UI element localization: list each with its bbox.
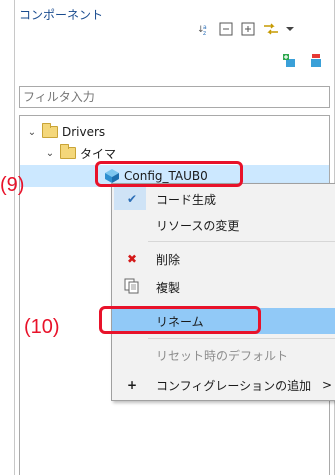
menu-item-reset-default: リセット時のデフォルト [112, 342, 335, 368]
svg-text:z: z [203, 30, 206, 36]
folder-icon [42, 123, 58, 138]
filter-input-wrapper [19, 86, 330, 108]
tree-item-label: Drivers [62, 125, 106, 139]
plus-icon: + [126, 378, 138, 392]
folder-icon [60, 144, 76, 159]
menu-item-label: コンフィグレーションの追加 [156, 378, 312, 393]
menu-separator [148, 241, 335, 242]
menu-separator [148, 338, 335, 339]
menu-item-delete[interactable]: ✖ 削除 [112, 246, 335, 272]
delete-icon: ✖ [126, 252, 138, 266]
collapse-all-icon[interactable] [219, 22, 233, 36]
sort-az-icon[interactable]: ↓ a z [197, 22, 211, 37]
menu-item-duplicate[interactable]: 複製 [112, 274, 335, 300]
menu-item-add-configuration[interactable]: + コンフィグレーションの追加 > [112, 372, 335, 398]
filter-input[interactable] [20, 87, 329, 107]
expand-all-icon[interactable] [241, 22, 255, 36]
chevron-right-icon: > [321, 378, 332, 392]
add-component-icon[interactable] [282, 53, 298, 69]
context-menu: ✔ コード生成 リソースの変更 ✖ 削除 複製 リネーム リセット時のデフォルト… [111, 183, 335, 401]
menu-item-rename[interactable]: リネーム [112, 308, 335, 334]
checkmark-icon: ✔ [126, 192, 138, 206]
tree-item-label: Config_TAUB0 [124, 169, 208, 183]
menu-item-label: 複製 [156, 280, 181, 295]
tree-item-drivers[interactable]: ⌄ Drivers [26, 122, 105, 142]
menu-item-label: リソースの変更 [156, 218, 240, 233]
menu-item-label: 削除 [156, 252, 181, 267]
view-menu-icon[interactable] [283, 22, 297, 36]
link-icon[interactable] [263, 22, 278, 36]
menu-item-generate-code[interactable]: ✔ コード生成 [112, 186, 335, 212]
tree-item-label: タイマ [80, 146, 117, 161]
tree-item-timer[interactable]: ⌄ タイマ [44, 143, 116, 163]
menu-item-label: リセット時のデフォルト [156, 348, 289, 363]
annotation-label-9: (9) [0, 174, 25, 196]
menu-item-label: コード生成 [156, 192, 217, 207]
copy-icon [122, 278, 142, 297]
remove-component-icon[interactable] [308, 53, 324, 69]
components-panel: コンポーネント ↓az ⌄ Drivers [14, 0, 335, 475]
chevron-down-icon[interactable]: ⌄ [26, 127, 38, 138]
panel-title: コンポーネント [19, 8, 104, 22]
panel-titlebar: コンポーネント ↓ a z [15, 0, 334, 37]
annotation-label-10: (10) [24, 316, 60, 338]
component-cube-icon [104, 168, 120, 184]
panel-actions [282, 53, 324, 73]
chevron-down-icon[interactable]: ⌄ [44, 148, 56, 159]
menu-item-change-resource[interactable]: リソースの変更 [112, 212, 335, 238]
menu-item-label: リネーム [156, 314, 204, 329]
